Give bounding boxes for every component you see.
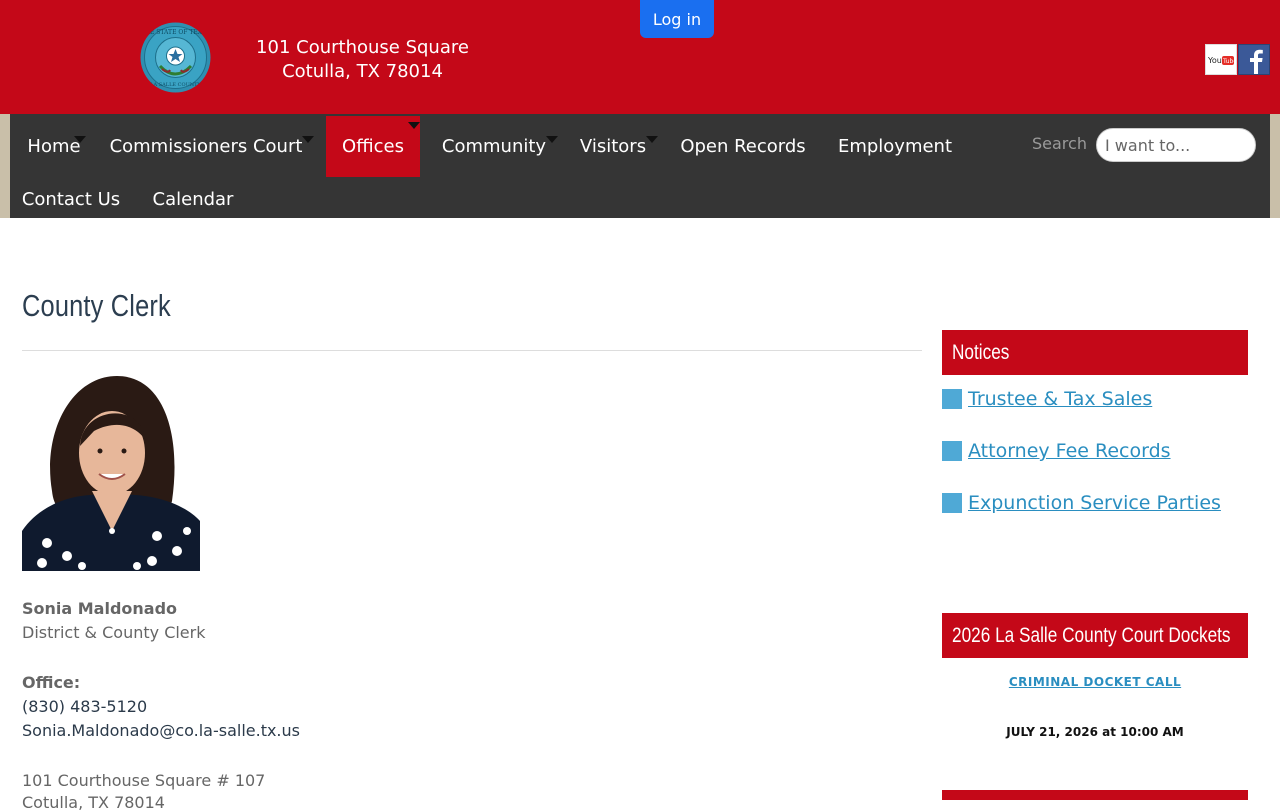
nav-item-label: Commissioners Court [109,136,303,157]
notice-item[interactable]: Expunction Service Parties [942,492,1221,514]
chevron-down-icon [74,136,86,143]
notice-link[interactable]: Attorney Fee Records [968,440,1171,462]
square-bullet-icon [942,441,962,461]
nav-item-commissioners-court[interactable]: Commissioners Court [98,116,314,177]
address-line2: Cotulla, TX 78014 [282,61,443,82]
notice-link[interactable]: Expunction Service Parties [968,492,1221,514]
notices-header: Notices [942,330,1248,375]
nav-item-contact-us[interactable]: Contact Us [10,180,132,218]
clerk-name: Sonia Maldonado [22,599,178,618]
chevron-down-icon [546,136,558,143]
dockets-title: 2026 La Salle County Court Dockets [952,623,1231,647]
address-line1: 101 Courthouse Square [256,37,469,58]
chevron-down-icon [408,122,420,129]
office-phone[interactable]: (830) 483-5120 [22,697,147,716]
facebook-icon[interactable] [1238,44,1270,75]
square-bullet-icon [942,493,962,513]
nav-item-label: Home [27,136,81,157]
county-seal-logo[interactable]: THE STATE OF TEXAS LA SALLE COUNTY [140,22,211,93]
nav-item-offices[interactable]: Offices [326,116,420,177]
next-panel-header [942,790,1248,800]
page-title: County Clerk [22,288,171,323]
office-address-line1: 101 Courthouse Square # 107 [22,771,266,790]
office-label: Office: [22,673,81,692]
nav-item-label: Calendar [152,188,234,210]
search-label: Search [1032,134,1087,153]
search-input[interactable] [1096,128,1256,162]
nav-item-calendar[interactable]: Calendar [140,180,246,218]
chevron-down-icon [646,136,658,143]
nav-item-community[interactable]: Community [430,116,558,177]
office-address-line2: Cotulla, TX 78014 [22,793,165,812]
clerk-role: District & County Clerk [22,623,206,642]
notices-title: Notices [952,340,1010,364]
youtube-icon[interactable]: You Tube [1205,44,1237,75]
notice-item[interactable]: Trustee & Tax Sales [942,388,1152,410]
nav-item-label: Visitors [579,136,647,157]
login-button[interactable]: Log in [640,0,714,38]
criminal-docket-link[interactable]: CRIMINAL DOCKET CALL [942,675,1248,689]
nav-item-open-records[interactable]: Open Records [668,116,818,177]
notice-item[interactable]: Attorney Fee Records [942,440,1171,462]
divider [22,350,922,351]
clerk-photo [22,371,200,571]
nav-item-label: Offices [342,136,404,157]
nav-item-label: Contact Us [21,188,121,210]
nav-item-label: Community [441,136,547,157]
notice-link[interactable]: Trustee & Tax Sales [968,388,1152,410]
svg-text:Tube: Tube [1222,58,1236,65]
docket-date: JULY 21, 2026 at 10:00 AM [1006,725,1184,739]
header-address: 101 Courthouse Square Cotulla, TX 78014 [240,36,485,84]
nav-item-label: Employment [837,136,953,157]
seal-text-bottom: LA SALLE COUNTY [150,82,201,88]
nav-item-home[interactable]: Home [10,116,98,177]
square-bullet-icon [942,389,962,409]
chevron-down-icon [302,136,314,143]
dockets-header: 2026 La Salle County Court Dockets [942,613,1248,658]
nav-item-employment[interactable]: Employment [826,116,964,177]
nav-item-label: Open Records [680,136,806,157]
nav-item-visitors[interactable]: Visitors [568,116,658,177]
svg-text:You: You [1207,56,1222,65]
office-email[interactable]: Sonia.Maldonado@co.la-salle.tx.us [22,721,300,740]
